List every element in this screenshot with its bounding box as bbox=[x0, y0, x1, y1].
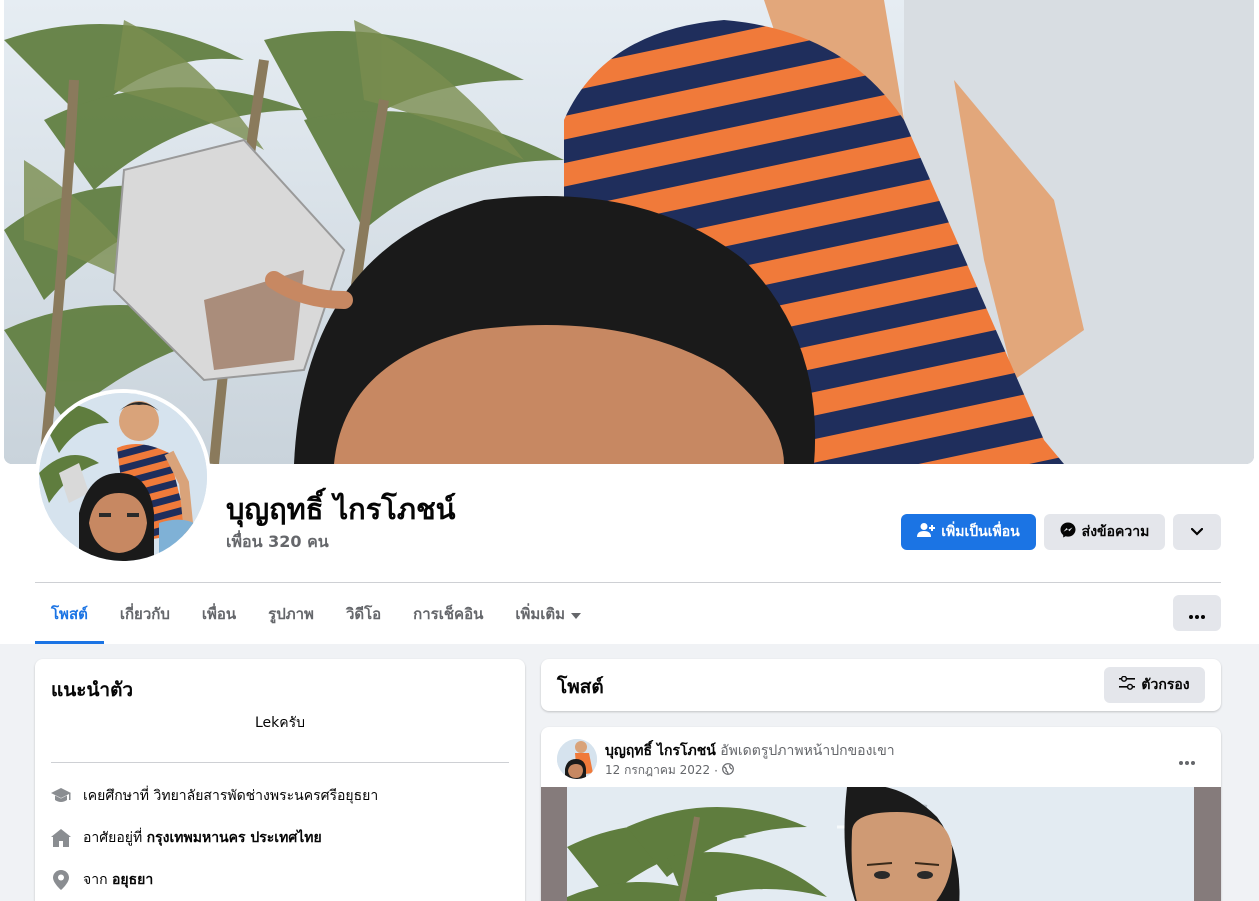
tab-checkins-label: การเช็คอิน bbox=[413, 605, 484, 623]
intro-from-prefix: จาก bbox=[83, 872, 112, 888]
post-image-frame bbox=[541, 787, 1221, 901]
tab-friends[interactable]: เพื่อน bbox=[186, 584, 252, 644]
intro-card: แนะนำตัว Lekครับ เคยศึกษาที่ วิทยาลัยสาร… bbox=[35, 659, 525, 901]
intro-bio: Lekครับ bbox=[254, 715, 306, 731]
person-plus-icon bbox=[917, 522, 936, 542]
intro-education: เคยศึกษาที่ วิทยาลัยสารพัดช่างพระนครศรีอ… bbox=[51, 785, 378, 807]
intro-from-value[interactable]: อยุธยา bbox=[112, 872, 153, 888]
profile-header: บุญฤทธิ์ ไกรโภชน์ เพื่อน 320 คน เพิ่มเป็… bbox=[0, 0, 1259, 644]
post-image[interactable] bbox=[567, 787, 1194, 901]
tab-photos-label: รูปภาพ bbox=[268, 605, 314, 623]
ellipsis-icon bbox=[1189, 604, 1205, 623]
cover-photo[interactable] bbox=[4, 0, 1254, 464]
intro-education-prefix: เคยศึกษาที่ bbox=[83, 788, 154, 804]
tab-friends-label: เพื่อน bbox=[201, 605, 237, 623]
messenger-icon bbox=[1060, 522, 1076, 542]
intro-education-text: เคยศึกษาที่ วิทยาลัยสารพัดช่างพระนครศรีอ… bbox=[83, 785, 378, 807]
filter-button[interactable]: ตัวกรอง bbox=[1104, 667, 1205, 703]
chevron-down-icon bbox=[1190, 524, 1204, 540]
location-pin-icon bbox=[51, 870, 71, 890]
intro-title: แนะนำตัว bbox=[51, 679, 134, 701]
graduation-cap-icon bbox=[51, 786, 71, 806]
post-card: บุญฤทธิ์ ไกรโภชน์ อัพเดตรูปภาพหน้าปกของเ… bbox=[541, 727, 1221, 901]
tab-checkins[interactable]: การเช็คอิน bbox=[397, 584, 499, 644]
post-author-avatar[interactable] bbox=[557, 739, 597, 779]
tab-photos[interactable]: รูปภาพ bbox=[252, 584, 330, 644]
sliders-icon bbox=[1119, 675, 1136, 694]
post-options-button[interactable] bbox=[1169, 741, 1205, 777]
post-date[interactable]: 12 กรกฎาคม 2022 bbox=[605, 761, 710, 780]
send-message-button[interactable]: ส่งข้อความ bbox=[1044, 514, 1165, 550]
intro-from: จาก อยุธยา bbox=[51, 869, 153, 891]
ellipsis-icon bbox=[1179, 750, 1195, 769]
post-meta: 12 กรกฎาคม 2022 · bbox=[605, 761, 734, 780]
avatar-illustration bbox=[39, 393, 207, 561]
post-avatar-illustration bbox=[557, 739, 597, 779]
tab-videos-label: วิดีโอ bbox=[345, 605, 382, 623]
caret-down-icon bbox=[571, 605, 582, 623]
tab-videos[interactable]: วิดีโอ bbox=[330, 584, 397, 644]
globe-icon[interactable] bbox=[722, 763, 734, 778]
post-author-name[interactable]: บุญฤทธิ์ ไกรโภชน์ bbox=[605, 743, 716, 759]
post-action-text: อัพเดตรูปภาพหน้าปกของเขา bbox=[715, 743, 895, 759]
tab-posts[interactable]: โพสต์ bbox=[35, 584, 104, 644]
post-author-line: บุญฤทธิ์ ไกรโภชน์ อัพเดตรูปภาพหน้าปกของเ… bbox=[605, 740, 895, 762]
home-icon bbox=[51, 828, 71, 848]
avatar bbox=[39, 393, 207, 561]
profile-tabs: โพสต์ เกี่ยวกับ เพื่อน รูปภาพ วิดีโอ การ… bbox=[35, 584, 597, 644]
cover-photo-illustration bbox=[4, 0, 1254, 464]
send-message-label: ส่งข้อความ bbox=[1081, 524, 1150, 540]
header-divider bbox=[35, 582, 1221, 583]
post-image-illustration bbox=[567, 787, 1194, 901]
profile-avatar[interactable] bbox=[35, 389, 211, 565]
posts-header-card: โพสต์ ตัวกรอง bbox=[541, 659, 1221, 711]
tab-more-label: เพิ่มเติม bbox=[515, 605, 566, 623]
intro-lives-value[interactable]: กรุงเทพมหานคร ประเทศไทย bbox=[147, 830, 322, 846]
intro-lives-text: อาศัยอยู่ที่ กรุงเทพมหานคร ประเทศไทย bbox=[83, 827, 322, 849]
intro-divider bbox=[51, 762, 509, 763]
intro-lives-prefix: อาศัยอยู่ที่ bbox=[83, 830, 147, 846]
profile-dropdown-button[interactable] bbox=[1173, 514, 1221, 550]
intro-education-value[interactable]: วิทยาลัยสารพัดช่างพระนครศรีอยุธยา bbox=[154, 788, 379, 804]
tabs-more-button[interactable] bbox=[1173, 595, 1221, 631]
profile-name: บุญฤทธิ์ ไกรโภชน์ bbox=[226, 492, 456, 526]
friends-count[interactable]: เพื่อน 320 คน bbox=[226, 530, 329, 555]
add-friend-button[interactable]: เพิ่มเป็นเพื่อน bbox=[901, 514, 1036, 550]
tab-posts-label: โพสต์ bbox=[51, 605, 88, 623]
intro-lives-in: อาศัยอยู่ที่ กรุงเทพมหานคร ประเทศไทย bbox=[51, 827, 322, 849]
post-meta-separator: · bbox=[714, 763, 718, 778]
filter-label: ตัวกรอง bbox=[1141, 677, 1190, 693]
tab-more[interactable]: เพิ่มเติม bbox=[499, 584, 597, 644]
intro-from-text: จาก อยุธยา bbox=[83, 869, 153, 891]
posts-title: โพสต์ bbox=[557, 676, 604, 698]
add-friend-label: เพิ่มเป็นเพื่อน bbox=[941, 524, 1020, 540]
tab-about-label: เกี่ยวกับ bbox=[119, 605, 170, 623]
tab-about[interactable]: เกี่ยวกับ bbox=[104, 584, 186, 644]
